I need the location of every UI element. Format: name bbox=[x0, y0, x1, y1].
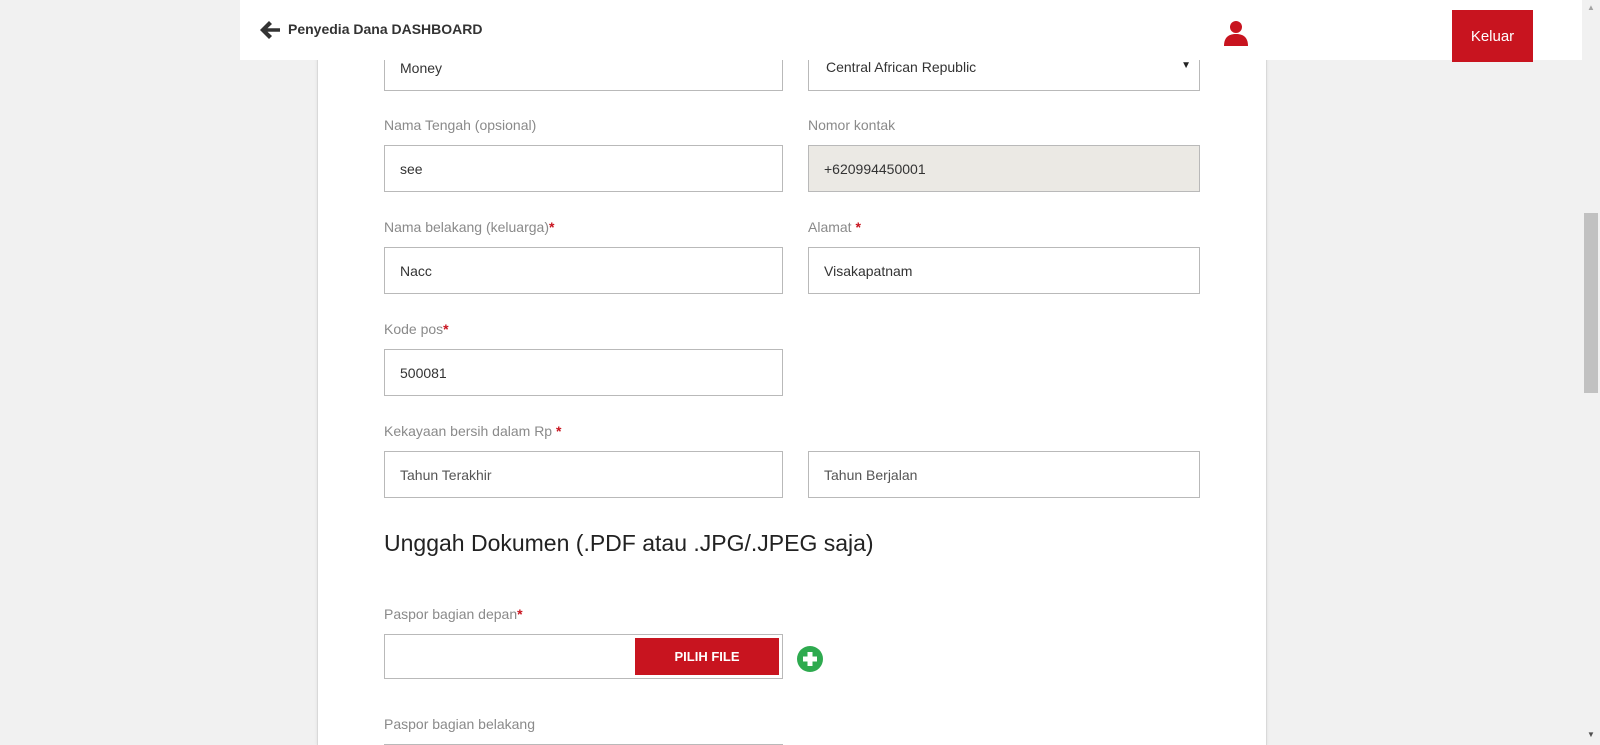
choose-file-button[interactable]: PILIH FILE bbox=[635, 638, 779, 675]
middle-name-label: Nama Tengah (opsional) bbox=[384, 117, 537, 133]
passport-back-label: Paspor bagian belakang bbox=[384, 716, 536, 732]
country-select-value: Central African Republic bbox=[826, 59, 977, 75]
dashboard-title: Penyedia Dana DASHBOARD bbox=[288, 21, 483, 37]
passport-front-label-text: Paspor bagian depan bbox=[384, 606, 518, 622]
contact-number-input[interactable] bbox=[808, 145, 1200, 192]
last-name-label: Nama belakang (keluarga)* bbox=[384, 219, 554, 235]
top-navbar: Penyedia Dana DASHBOARD Keluar bbox=[240, 0, 1582, 62]
postal-code-input[interactable] bbox=[384, 349, 783, 396]
form-card: Central African Republic ▼ Nama Tengah (… bbox=[317, 0, 1267, 745]
last-name-label-text: Nama belakang (keluarga) bbox=[384, 219, 549, 235]
user-icon[interactable] bbox=[1223, 20, 1249, 46]
middle-name-input[interactable] bbox=[384, 145, 783, 192]
page: Central African Republic ▼ Nama Tengah (… bbox=[0, 0, 1600, 745]
logout-button[interactable]: Keluar bbox=[1452, 10, 1533, 62]
net-worth-last-year-input[interactable] bbox=[384, 451, 783, 498]
caret-down-icon: ▼ bbox=[1181, 60, 1191, 71]
arrow-left-icon[interactable] bbox=[258, 18, 282, 42]
required-mark: * bbox=[517, 606, 523, 622]
page-scrollbar[interactable]: ▲ ▼ bbox=[1582, 0, 1600, 745]
contact-label: Nomor kontak bbox=[808, 117, 896, 133]
net-worth-current-year-input[interactable] bbox=[808, 451, 1200, 498]
scrollbar-thumb[interactable] bbox=[1584, 213, 1598, 393]
scroll-up-arrow-icon[interactable]: ▲ bbox=[1582, 0, 1600, 16]
scroll-down-arrow-icon[interactable]: ▼ bbox=[1582, 727, 1600, 743]
required-mark: * bbox=[443, 321, 449, 337]
passport-front-label: Paspor bagian depan* bbox=[384, 606, 523, 622]
required-mark: * bbox=[548, 219, 555, 235]
postal-code-label: Kode pos* bbox=[384, 321, 449, 337]
address-input[interactable] bbox=[808, 247, 1200, 294]
required-mark: * bbox=[855, 219, 861, 235]
required-mark: * bbox=[556, 423, 562, 439]
address-label: Alamat * bbox=[808, 219, 861, 235]
upload-section-title: Unggah Dokumen (.PDF atau .JPG/.JPEG saj… bbox=[384, 530, 874, 556]
postal-code-label-text: Kode pos bbox=[384, 321, 444, 337]
plus-circle-icon[interactable] bbox=[796, 645, 824, 673]
last-name-input[interactable] bbox=[384, 247, 783, 294]
net-worth-label-text: Kekayaan bersih dalam Rp bbox=[384, 423, 556, 439]
address-label-text: Alamat bbox=[808, 219, 856, 235]
net-worth-label: Kekayaan bersih dalam Rp * bbox=[384, 423, 561, 439]
passport-front-file-field: PILIH FILE bbox=[384, 634, 783, 679]
